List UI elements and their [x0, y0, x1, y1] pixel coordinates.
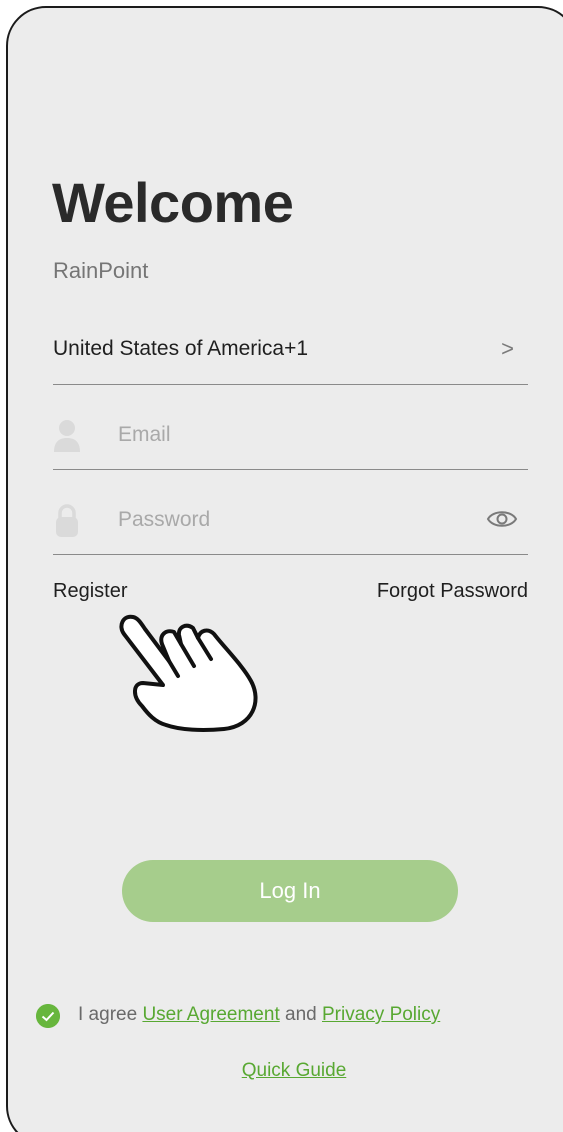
agreement-prefix: I agree: [78, 1004, 138, 1025]
pointing-hand-icon: [119, 614, 258, 732]
email-field-row: [53, 413, 528, 470]
agreement-and: and: [285, 1004, 317, 1025]
lock-icon: [56, 504, 78, 537]
brand-name: RainPoint: [53, 258, 149, 283]
person-icon: [54, 420, 80, 452]
quick-guide-link[interactable]: Quick Guide: [242, 1060, 347, 1081]
country-selector[interactable]: United States of America+1 >: [53, 328, 528, 385]
password-input[interactable]: [118, 504, 478, 536]
email-input[interactable]: [118, 419, 478, 451]
eye-icon[interactable]: [486, 507, 518, 531]
quick-guide-row: Quick Guide: [8, 1060, 563, 1082]
forgot-password-link[interactable]: Forgot Password: [377, 580, 528, 603]
country-label: United States of America+1: [53, 337, 309, 360]
register-link[interactable]: Register: [53, 580, 127, 603]
page-title: Welcome: [52, 171, 294, 234]
password-field-row: [53, 498, 528, 555]
privacy-policy-link[interactable]: Privacy Policy: [322, 1004, 440, 1025]
login-screen: Welcome RainPoint United States of Ameri…: [6, 6, 563, 1132]
checkmark-circle-icon[interactable]: [36, 1004, 60, 1028]
login-button[interactable]: Log In: [122, 860, 458, 922]
agreement-text: I agree User Agreement and Privacy Polic…: [78, 1004, 440, 1026]
chevron-right-icon: >: [501, 336, 514, 361]
user-agreement-link[interactable]: User Agreement: [142, 1004, 279, 1025]
